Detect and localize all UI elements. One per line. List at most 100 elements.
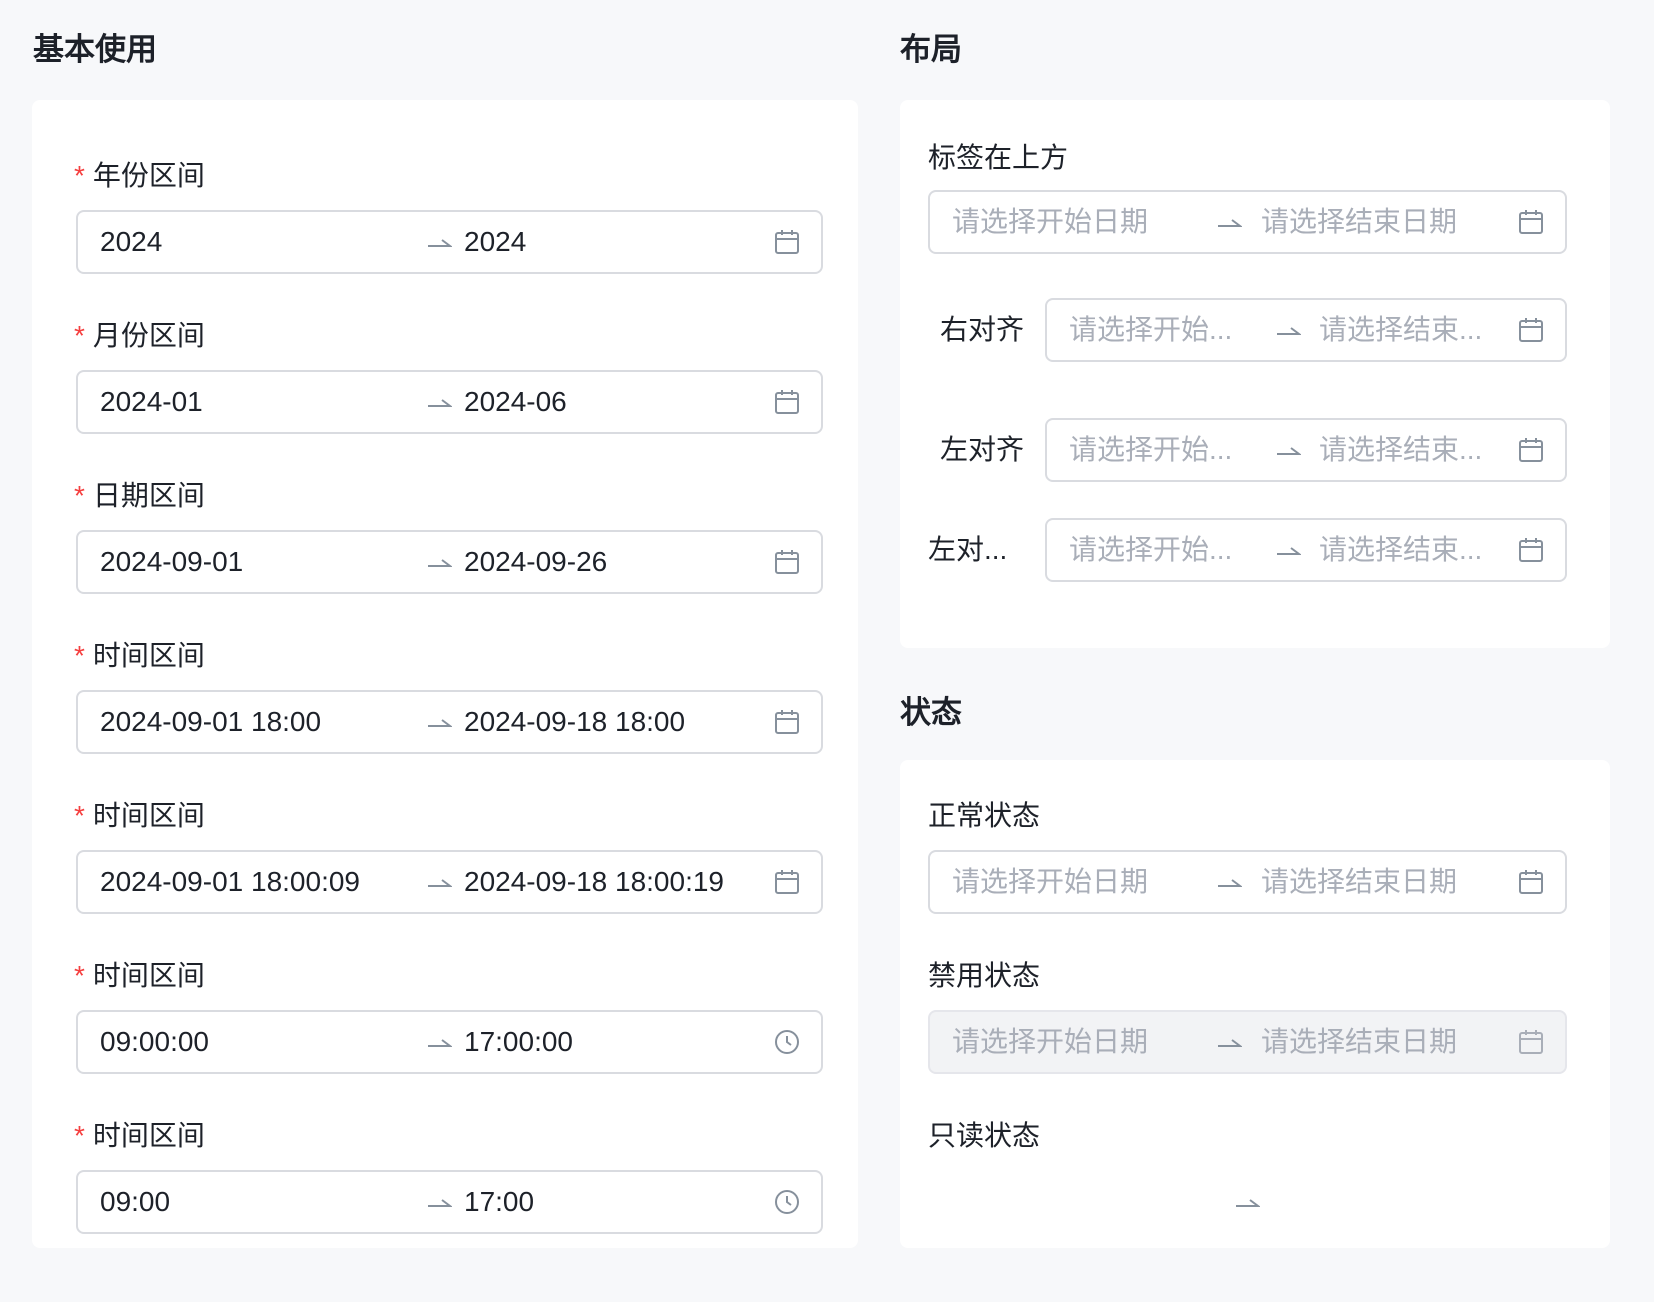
- year-range-label: * 年份区间: [74, 158, 205, 194]
- month-range-label: * 月份区间: [74, 318, 205, 354]
- range-end-input[interactable]: 请选择结束日期: [1261, 852, 1501, 912]
- time-seconds-range-label: * 时间区间: [74, 958, 205, 994]
- range-start-input[interactable]: 2024: [100, 212, 400, 272]
- calendar-icon[interactable]: [1517, 208, 1545, 236]
- range-start-input[interactable]: 请选择开始...: [1069, 300, 1249, 360]
- calendar-icon[interactable]: [1517, 536, 1545, 564]
- range-end-input[interactable]: 17:00:00: [464, 1012, 764, 1072]
- field-label-text: 月份区间: [92, 320, 205, 351]
- calendar-icon[interactable]: [1517, 316, 1545, 344]
- calendar-icon[interactable]: [773, 228, 801, 256]
- datetime-range-picker[interactable]: 2024-09-01 18:00 2024-09-18 18:00: [76, 690, 823, 754]
- range-start-input[interactable]: 请选择开始日期: [952, 192, 1192, 252]
- required-mark: *: [74, 640, 85, 671]
- status-card: 正常状态 请选择开始日期 请选择结束日期 禁用状态 请选择开始日期 请选择结束日…: [900, 760, 1610, 1248]
- range-end-input[interactable]: 请选择结束...: [1319, 300, 1499, 360]
- range-start-input: 请选择开始日期: [952, 1026, 1149, 1057]
- label-right-label: 右对齐: [940, 314, 1025, 345]
- label-left-truncated-range-picker[interactable]: 请选择开始... 请选择结束...: [1045, 518, 1567, 582]
- range-end-input: 请选择结束日期: [1261, 1026, 1458, 1057]
- label-top-label: 标签在上方: [928, 142, 1069, 173]
- datetime-seconds-range-picker[interactable]: 2024-09-01 18:00:09 2024-09-18 18:00:19: [76, 850, 823, 914]
- field-label-text: 时间区间: [92, 800, 205, 831]
- calendar-icon[interactable]: [773, 548, 801, 576]
- range-start-input[interactable]: 请选择开始...: [1069, 520, 1249, 580]
- calendar-icon[interactable]: [1517, 436, 1545, 464]
- range-separator-icon: [425, 372, 453, 432]
- label-left-label: 左对齐: [940, 434, 1025, 465]
- range-start-input[interactable]: 请选择开始日期: [952, 852, 1192, 912]
- field-label-text: 时间区间: [92, 640, 205, 671]
- datetime-seconds-range-label: * 时间区间: [74, 798, 205, 834]
- readonly-status-range-picker: [928, 1170, 1567, 1234]
- range-end-input[interactable]: 请选择结束...: [1319, 420, 1499, 480]
- range-end-input[interactable]: 2024-09-18 18:00:19: [464, 852, 766, 912]
- range-separator-icon: [425, 1012, 453, 1072]
- month-range-picker[interactable]: 2024-01 2024-06: [76, 370, 823, 434]
- layout-card: 标签在上方 请选择开始日期 请选择结束日期 右对齐 请选择开始... 请选择结束…: [900, 100, 1610, 648]
- range-separator-icon: [425, 692, 453, 752]
- required-mark: *: [74, 800, 85, 831]
- layout-section-title: 布局: [900, 32, 962, 67]
- required-mark: *: [74, 320, 85, 351]
- range-start-input[interactable]: 09:00:00: [100, 1012, 400, 1072]
- range-separator-icon: [1274, 520, 1302, 580]
- required-mark: *: [74, 480, 85, 511]
- range-separator-icon: [425, 1172, 453, 1232]
- range-end-input[interactable]: 17:00: [464, 1172, 764, 1232]
- range-end-input[interactable]: 2024: [464, 212, 764, 272]
- range-start-input[interactable]: 2024-09-01 18:00:09: [100, 852, 418, 912]
- disabled-status-range-picker: 请选择开始日期 请选择结束日期: [928, 1010, 1567, 1074]
- date-range-picker[interactable]: 2024-09-01 2024-09-26: [76, 530, 823, 594]
- range-end-input[interactable]: 请选择结束...: [1319, 520, 1499, 580]
- disabled-status-label: 禁用状态: [928, 960, 1041, 991]
- calendar-icon[interactable]: [773, 708, 801, 736]
- range-start-input[interactable]: 2024-09-01: [100, 532, 400, 592]
- basic-section-title: 基本使用: [33, 32, 157, 67]
- range-start-input[interactable]: 2024-09-01 18:00: [100, 692, 400, 752]
- date-range-label: * 日期区间: [74, 478, 205, 514]
- readonly-status-label: 只读状态: [928, 1120, 1041, 1151]
- datetime-range-label: * 时间区间: [74, 638, 205, 674]
- required-mark: *: [74, 160, 85, 191]
- range-separator-icon: [1233, 1172, 1261, 1232]
- range-separator-icon: [1215, 852, 1243, 912]
- required-mark: *: [74, 960, 85, 991]
- label-right-range-picker[interactable]: 请选择开始... 请选择结束...: [1045, 298, 1567, 362]
- clock-icon[interactable]: [773, 1188, 801, 1216]
- range-start-input[interactable]: 请选择开始...: [1069, 420, 1249, 480]
- range-end-input[interactable]: 请选择结束日期: [1261, 192, 1501, 252]
- calendar-icon: [1517, 1028, 1545, 1056]
- range-separator-icon: [1274, 420, 1302, 480]
- range-separator-icon: [1215, 1012, 1243, 1072]
- field-label-text: 年份区间: [92, 160, 205, 191]
- clock-icon[interactable]: [773, 1028, 801, 1056]
- label-top-range-picker[interactable]: 请选择开始日期 请选择结束日期: [928, 190, 1567, 254]
- range-separator-icon: [1215, 192, 1243, 252]
- label-left-truncated-label: 左对...: [928, 534, 1008, 565]
- range-end-input[interactable]: 2024-09-18 18:00: [464, 692, 764, 752]
- calendar-icon[interactable]: [773, 868, 801, 896]
- required-mark: *: [74, 1120, 85, 1151]
- field-label-text: 日期区间: [92, 480, 205, 511]
- time-range-picker[interactable]: 09:00 17:00: [76, 1170, 823, 1234]
- range-separator-icon: [1274, 300, 1302, 360]
- time-seconds-range-picker[interactable]: 09:00:00 17:00:00: [76, 1010, 823, 1074]
- status-section-title: 状态: [900, 695, 962, 730]
- field-label-text: 时间区间: [92, 1120, 205, 1151]
- range-end-input[interactable]: 2024-06: [464, 372, 764, 432]
- calendar-icon[interactable]: [1517, 868, 1545, 896]
- basic-card: * 年份区间 2024 2024 * 月份区间 2024-01 2024-06 * 日…: [32, 100, 858, 1248]
- range-separator-icon: [425, 532, 453, 592]
- year-range-picker[interactable]: 2024 2024: [76, 210, 823, 274]
- range-end-input[interactable]: 2024-09-26: [464, 532, 764, 592]
- range-start-input[interactable]: 2024-01: [100, 372, 400, 432]
- range-separator-icon: [425, 852, 453, 912]
- field-label-text: 时间区间: [92, 960, 205, 991]
- normal-status-range-picker[interactable]: 请选择开始日期 请选择结束日期: [928, 850, 1567, 914]
- range-start-input[interactable]: 09:00: [100, 1172, 400, 1232]
- normal-status-label: 正常状态: [928, 800, 1041, 831]
- time-range-label: * 时间区间: [74, 1118, 205, 1154]
- calendar-icon[interactable]: [773, 388, 801, 416]
- label-left-range-picker[interactable]: 请选择开始... 请选择结束...: [1045, 418, 1567, 482]
